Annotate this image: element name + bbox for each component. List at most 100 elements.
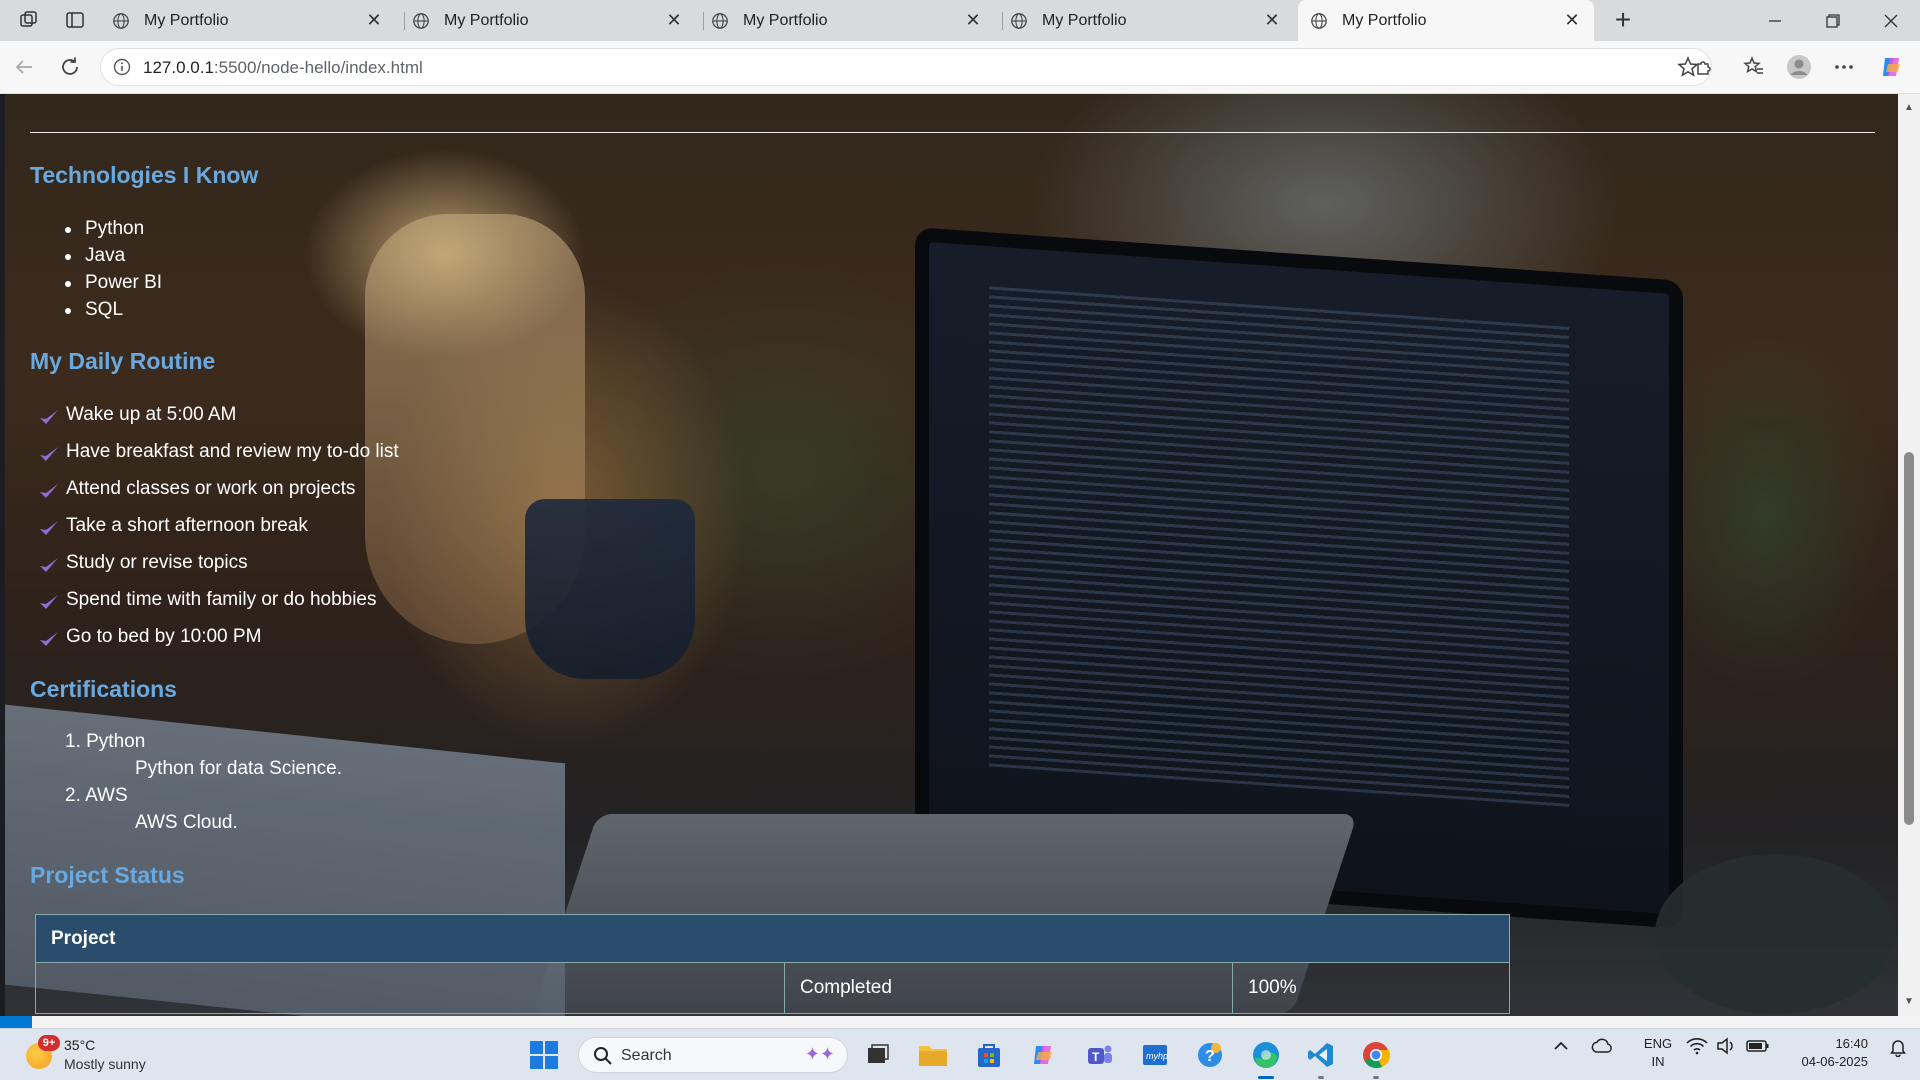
- scrollbar-thumb[interactable]: [1904, 452, 1914, 825]
- scroll-up-arrow-icon[interactable]: ▲: [1904, 102, 1914, 113]
- close-tab-icon[interactable]: ✕: [664, 10, 684, 31]
- myhp-icon[interactable]: myhp: [1137, 1037, 1173, 1073]
- back-arrow-icon[interactable]: [8, 51, 40, 83]
- checkmark-icon: [40, 484, 58, 498]
- get-help-icon[interactable]: ?: [1192, 1037, 1228, 1073]
- site-info-icon[interactable]: [113, 58, 131, 76]
- routine-item-text: Attend classes or work on projects: [66, 478, 356, 499]
- vscode-icon[interactable]: [1303, 1037, 1339, 1073]
- url-host: 127.0.0.1: [143, 58, 214, 77]
- table-header: Project: [36, 915, 1509, 963]
- notification-bell-icon[interactable]: [1888, 1037, 1908, 1060]
- clock-date: 04-06-2025: [1801, 1054, 1869, 1069]
- technology-item: Java: [64, 245, 126, 266]
- checkmark-icon: [40, 632, 58, 646]
- copilot-app-icon[interactable]: [1026, 1037, 1062, 1073]
- close-tab-icon[interactable]: ✕: [963, 10, 983, 31]
- browser-tab[interactable]: My Portfolio ✕: [100, 0, 396, 41]
- svg-text:myhp: myhp: [1146, 1051, 1168, 1061]
- restore-button[interactable]: [1804, 0, 1862, 41]
- weather-temperature: 35°C: [64, 1037, 96, 1053]
- table-row: Completed 100%: [36, 963, 1509, 1013]
- certification-description: Python for data Science.: [135, 758, 343, 779]
- routine-item: Have breakfast and review my to-do list: [38, 441, 399, 463]
- close-window-button[interactable]: [1862, 0, 1920, 41]
- project-status-heading: Project Status: [30, 862, 185, 888]
- search-highlight-icon: ✦✦: [804, 1044, 835, 1064]
- chrome-icon[interactable]: [1358, 1037, 1394, 1073]
- minimize-button[interactable]: [1746, 0, 1804, 41]
- checkmark-icon: [40, 558, 58, 572]
- tab-title: My Portfolio: [144, 11, 229, 29]
- address-bar[interactable]: 127.0.0.1:5500/node-hello/index.html: [100, 48, 1712, 86]
- running-app-indicator: [1373, 1076, 1379, 1079]
- browser-tab[interactable]: My Portfolio ✕: [400, 0, 696, 41]
- taskbar-search[interactable]: Search ✦✦: [578, 1037, 848, 1073]
- new-tab-button[interactable]: +: [1608, 4, 1638, 35]
- globe-icon: [712, 12, 728, 29]
- routine-item: Attend classes or work on projects: [38, 478, 355, 500]
- tab-title: My Portfolio: [743, 11, 828, 29]
- vertical-scrollbar[interactable]: ▲ ▼: [1898, 94, 1920, 1016]
- browser-tab[interactable]: My Portfolio ✕: [998, 0, 1294, 41]
- project-cell: [36, 963, 784, 1013]
- weather-condition: Mostly sunny: [64, 1056, 146, 1072]
- routine-item: Take a short afternoon break: [38, 515, 308, 537]
- globe-icon: [113, 12, 129, 29]
- close-tab-icon[interactable]: ✕: [1262, 10, 1282, 31]
- certification-name: 1. Python: [65, 731, 146, 752]
- close-tab-icon[interactable]: ✕: [1562, 10, 1582, 31]
- more-options-icon[interactable]: [1828, 51, 1860, 83]
- wifi-icon[interactable]: [1686, 1037, 1708, 1058]
- url-path: :5500/node-hello/index.html: [213, 58, 423, 77]
- language-code: ENG: [1643, 1036, 1673, 1051]
- scroll-down-arrow-icon[interactable]: ▼: [1904, 996, 1914, 1007]
- certification-description: AWS Cloud.: [135, 812, 238, 833]
- certifications-heading: Certifications: [30, 676, 177, 702]
- task-view-icon[interactable]: [860, 1037, 896, 1073]
- routine-item-text: Have breakfast and review my to-do list: [66, 441, 399, 462]
- refresh-icon[interactable]: [54, 51, 86, 83]
- volume-icon[interactable]: [1716, 1037, 1738, 1058]
- section-divider: [30, 132, 1875, 133]
- routine-item-text: Study or revise topics: [66, 552, 248, 573]
- svg-text:?: ?: [1205, 1048, 1215, 1065]
- vertical-tabs-icon[interactable]: [60, 6, 90, 34]
- routine-item-text: Take a short afternoon break: [66, 515, 308, 536]
- weather-widget[interactable]: 9+ 35°C Mostly sunny: [24, 1033, 204, 1077]
- show-hidden-icons-chevron-icon[interactable]: [1552, 1037, 1570, 1058]
- status-cell: Completed: [784, 963, 1232, 1013]
- language-indicator[interactable]: ENG IN: [1636, 1035, 1680, 1071]
- checkmark-icon: [40, 521, 58, 535]
- svg-text:T: T: [1092, 1050, 1100, 1064]
- microsoft-store-icon[interactable]: [971, 1037, 1007, 1073]
- tab-title: My Portfolio: [444, 11, 529, 29]
- routine-item: Spend time with family or do hobbies: [38, 589, 377, 611]
- windows-start-icon[interactable]: [526, 1037, 562, 1073]
- edge-browser-icon[interactable]: [1248, 1037, 1284, 1073]
- extensions-icon[interactable]: [1688, 51, 1720, 83]
- remote-indicator: [0, 1016, 32, 1028]
- clock-time: 16:40: [1835, 1036, 1868, 1051]
- url-text: 127.0.0.1:5500/node-hello/index.html: [143, 58, 423, 78]
- onedrive-cloud-icon[interactable]: [1590, 1037, 1614, 1058]
- search-label: Search: [621, 1047, 672, 1064]
- notification-badge: 9+: [38, 1035, 60, 1051]
- browser-tab[interactable]: My Portfolio ✕: [699, 0, 995, 41]
- copilot-icon[interactable]: [1876, 51, 1908, 83]
- battery-icon[interactable]: [1746, 1037, 1770, 1058]
- teams-icon[interactable]: T: [1082, 1037, 1118, 1073]
- technology-item: Python: [64, 218, 145, 239]
- background-overlay: [5, 94, 1898, 1016]
- browser-tab-active[interactable]: My Portfolio ✕: [1298, 0, 1594, 41]
- technology-item: SQL: [64, 299, 124, 320]
- system-clock[interactable]: 16:40 04-06-2025: [1784, 1035, 1869, 1071]
- workspaces-icon[interactable]: [14, 6, 44, 34]
- routine-item: Go to bed by 10:00 PM: [38, 626, 261, 648]
- favorites-icon[interactable]: [1738, 51, 1770, 83]
- file-explorer-icon[interactable]: [915, 1037, 951, 1073]
- profile-avatar-icon[interactable]: [1783, 51, 1815, 83]
- close-tab-icon[interactable]: ✕: [364, 10, 384, 31]
- routine-item: Study or revise topics: [38, 552, 248, 574]
- routine-item-text: Wake up at 5:00 AM: [66, 404, 237, 425]
